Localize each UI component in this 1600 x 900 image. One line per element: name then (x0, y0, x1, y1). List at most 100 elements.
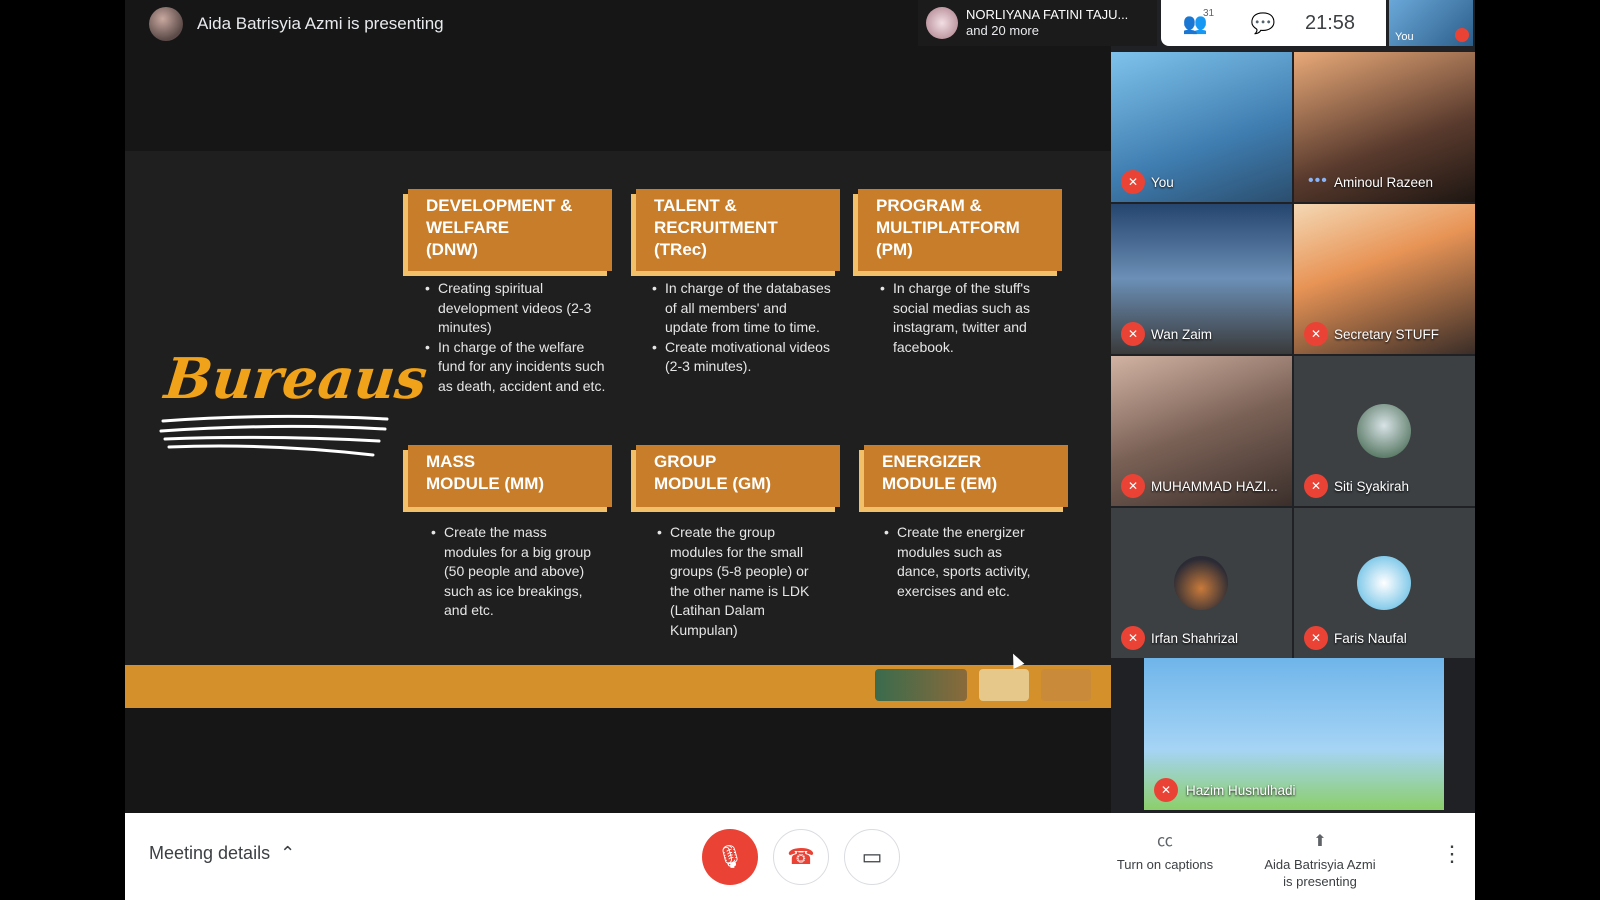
crest-logo-icon (979, 669, 1029, 701)
scribble-underline (159, 414, 389, 457)
participant-tile[interactable]: ✕ You (1111, 52, 1292, 202)
meeting-details-label: Meeting details (149, 843, 271, 863)
participant-count: 31 (1203, 8, 1215, 19)
present-button[interactable]: ⬆ Aida Batrisyia Azmi is presenting (1255, 833, 1385, 890)
captions-icon: ㏄ (1156, 833, 1173, 850)
bullet-item: Create the group modules for the small g… (657, 523, 817, 640)
slide: Bureaus DEVELOPMENT &WELFARE(DNW) Creati… (125, 151, 1111, 708)
self-label: You (1395, 31, 1414, 43)
card-title: ENERGIZER MODULE (EM) (882, 452, 998, 493)
card-title: MASS MODULE (MM) (426, 452, 545, 493)
clock: 21:58 (1305, 11, 1356, 34)
more-options-icon[interactable]: ⋮ (1441, 841, 1463, 867)
card-title: GROUP MODULE (GM) (654, 452, 772, 493)
bullet-item: Create the mass modules for a big group … (431, 523, 601, 621)
mic-off-icon: ✕ (1121, 626, 1145, 650)
mic-off-icon: ✕ (1121, 474, 1145, 498)
bullet-item: Creating spiritual development videos (2… (425, 279, 615, 338)
active-speaker-chip[interactable]: NORLIYANA FATINI TAJU... and 20 more (918, 0, 1157, 46)
participant-tile[interactable]: ✕ Siti Syakirah (1294, 356, 1475, 506)
participant-name: Aminoul Razeen (1334, 175, 1434, 190)
video-camera-icon: ▭ (861, 844, 883, 869)
captions-button[interactable]: ㏄ Turn on captions (1110, 833, 1220, 873)
participant-name: You (1151, 175, 1174, 190)
bullet-item: In charge of the databases of all member… (652, 279, 832, 338)
present-screen-icon: ⬆ (1313, 833, 1327, 850)
card-gm: GROUP MODULE (GM) (636, 445, 840, 507)
bullets-em: Create the energizer modules such as dan… (884, 523, 1044, 601)
participant-tile[interactable]: ✕ Irfan Shahrizal (1111, 508, 1292, 658)
chevron-up-icon: ⌃ (280, 843, 296, 863)
card-dnw: DEVELOPMENT & WELFARE (DNW) (408, 189, 612, 271)
footer-logos (875, 669, 1091, 701)
slide-heading: Bureaus (161, 346, 431, 412)
mic-off-icon: ✕ (1304, 474, 1328, 498)
mic-off-icon: ✕ (1304, 626, 1328, 650)
participant-name: Hazim Husnulhadi (1186, 783, 1296, 798)
participant-tile[interactable]: ✕ Secretary STUFF (1294, 204, 1475, 354)
mic-off-icon: ✕ (1304, 322, 1328, 346)
card-title: DEVELOPMENT & WELFARE (DNW) (426, 196, 573, 259)
phone-hangup-icon: ☎ (787, 844, 815, 869)
captions-label: Turn on captions (1116, 857, 1214, 872)
chat-icon: 💬 (1250, 12, 1276, 35)
university-logo-icon (875, 669, 967, 701)
bullet-item: In charge of the welfare fund for any in… (425, 338, 615, 397)
mic-toggle-button[interactable]: 🎙 (702, 829, 758, 885)
pinned-participant-tile[interactable]: ✕ Hazim Husnulhadi (1144, 658, 1444, 810)
participant-tile[interactable]: ✕ MUHAMMAD HAZI... (1111, 356, 1292, 506)
presenter-status: Aida Batrisyia Azmi is presenting (197, 14, 444, 33)
presentation-stage: Aida Batrisyia Azmi is presenting Bureau… (125, 0, 1111, 813)
speaking-indicator-icon: ••• (1308, 172, 1328, 189)
card-title: PROGRAM & MULTIPLATFORM (PM) (876, 196, 1020, 259)
participant-avatar (1174, 556, 1228, 610)
presenting-line2: is presenting (1283, 874, 1357, 889)
participant-name: MUHAMMAD HAZI... (1151, 479, 1278, 494)
bullet-item: Create the energizer modules such as dan… (884, 523, 1044, 601)
presenter-avatar (149, 7, 183, 41)
presenting-line1: Aida Batrisyia Azmi (1264, 857, 1376, 872)
camera-toggle-button[interactable]: ▭ (844, 829, 900, 885)
card-pm: PROGRAM & MULTIPLATFORM (PM) (858, 189, 1062, 271)
bullet-item: In charge of the stuff's social medias s… (880, 279, 1050, 357)
presenter-bar: Aida Batrisyia Azmi is presenting (149, 6, 444, 42)
bottom-bar: Meeting details ⌃ 🎙 ☎ ▭ ㏄ Turn on captio… (125, 813, 1475, 900)
card-title: TALENT & RECRUITMENT (TRec) (654, 196, 778, 259)
slide-footer (125, 665, 1111, 708)
participant-avatar (1357, 404, 1411, 458)
speaker-name: NORLIYANA FATINI TAJU... (966, 7, 1129, 22)
participant-tile[interactable]: ✕ Wan Zaim (1111, 204, 1292, 354)
bullets-dnw: Creating spiritual development videos (2… (425, 279, 615, 396)
mic-off-icon (1455, 28, 1469, 42)
top-controls: 👥 31 💬 21:58 (1161, 0, 1386, 46)
mic-off-icon: ✕ (1154, 778, 1178, 802)
participant-name: Irfan Shahrizal (1151, 631, 1239, 646)
bullets-pm: In charge of the stuff's social medias s… (880, 279, 1050, 357)
mic-off-icon: ✕ (1121, 322, 1145, 346)
self-thumbnail[interactable]: You (1389, 0, 1473, 46)
mic-off-icon: ✕ (1121, 170, 1145, 194)
participant-name: Siti Syakirah (1334, 479, 1410, 494)
participant-name: Secretary STUFF (1334, 327, 1440, 342)
participant-avatar (1357, 556, 1411, 610)
bullet-item: Create motivational videos (2-3 minutes)… (652, 338, 832, 377)
stuff-logo-icon (1041, 669, 1091, 701)
chat-button[interactable]: 💬 (1229, 0, 1297, 46)
mic-off-icon: 🎙 (716, 844, 744, 869)
leave-call-button[interactable]: ☎ (773, 829, 829, 885)
meeting-details-button[interactable]: Meeting details ⌃ (149, 843, 295, 864)
speaker-avatar (926, 7, 958, 39)
participant-name: Faris Naufal (1334, 631, 1407, 646)
card-trec: TALENT & RECRUITMENT (TRec) (636, 189, 840, 271)
bullets-trec: In charge of the databases of all member… (652, 279, 832, 377)
card-em: ENERGIZER MODULE (EM) (864, 445, 1068, 507)
meet-window: Aida Batrisyia Azmi is presenting Bureau… (125, 0, 1475, 900)
people-button[interactable]: 👥 31 (1161, 0, 1229, 46)
bullets-mm: Create the mass modules for a big group … (431, 523, 601, 621)
speaker-more: and 20 more (966, 23, 1039, 38)
participant-tile[interactable]: ✕ Faris Naufal (1294, 508, 1475, 658)
participant-tile[interactable]: ••• Aminoul Razeen (1294, 52, 1475, 202)
participant-name: Wan Zaim (1151, 327, 1213, 342)
bullets-gm: Create the group modules for the small g… (657, 523, 817, 640)
card-mm: MASS MODULE (MM) (408, 445, 612, 507)
